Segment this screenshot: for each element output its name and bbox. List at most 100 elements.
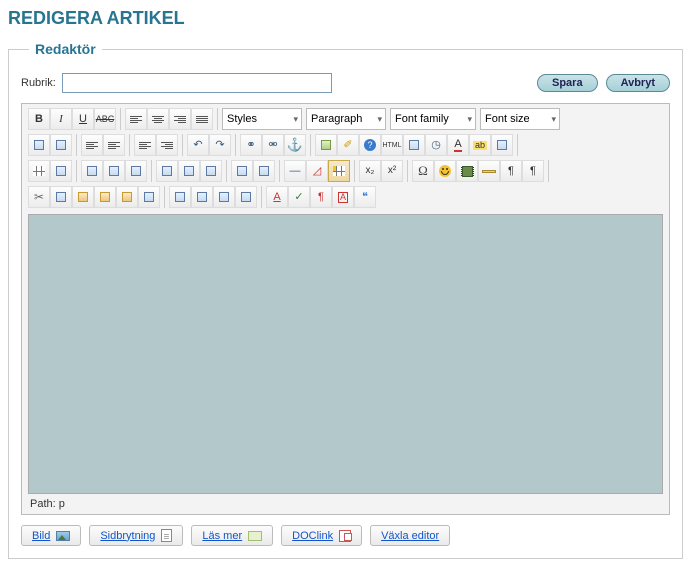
code-icon [409, 140, 419, 150]
italic-button[interactable]: I [50, 108, 72, 130]
table-props-button[interactable] [50, 160, 72, 182]
align-center-icon [152, 116, 164, 123]
align-center-button[interactable] [147, 108, 169, 130]
bold-button[interactable]: B [28, 108, 50, 130]
backcolor-button[interactable]: ab [469, 134, 491, 156]
fullscreen-icon [497, 140, 507, 150]
col-before-button[interactable] [156, 160, 178, 182]
layer-back-button[interactable] [213, 186, 235, 208]
unlink-button[interactable]: ⚮ [262, 134, 284, 156]
undo-button[interactable]: ↶ [187, 134, 209, 156]
styles-select[interactable]: Styles [222, 108, 302, 130]
subscript-button[interactable]: x₂ [359, 160, 381, 182]
table-button[interactable] [28, 160, 50, 182]
date-button[interactable]: ◷ [425, 134, 447, 156]
style-props-button[interactable]: A [266, 186, 288, 208]
bold-icon: B [35, 114, 43, 125]
select-all-button[interactable] [138, 186, 160, 208]
code-button[interactable] [403, 134, 425, 156]
top-row: Rubrik: Spara Avbryt [21, 73, 670, 93]
editor-toolbar: B I U ABC Styles Paragraph Font family F… [22, 104, 669, 214]
remove-format-button[interactable]: ◿ [306, 160, 328, 182]
layer-forward-button[interactable] [191, 186, 213, 208]
layer-button[interactable] [169, 186, 191, 208]
hr-button[interactable]: — [284, 160, 306, 182]
emoticon-button[interactable] [434, 160, 456, 182]
quote-icon: ❝ [362, 192, 368, 203]
toggle-editor-button[interactable]: Växla editor [370, 525, 450, 546]
paste-button[interactable] [72, 186, 94, 208]
blockquote-button[interactable]: ❝ [354, 186, 376, 208]
spellcheck-button[interactable]: ✓ [288, 186, 310, 208]
forecolor-button[interactable]: A [447, 134, 469, 156]
split-cell-icon [237, 166, 247, 176]
find-button[interactable] [28, 134, 50, 156]
visualchars-button[interactable]: ¶ [310, 186, 332, 208]
replace-icon [56, 140, 66, 150]
ordered-list-button[interactable] [103, 134, 125, 156]
rubrik-input[interactable] [62, 73, 332, 93]
copy-button[interactable] [50, 186, 72, 208]
split-cell-button[interactable] [231, 160, 253, 182]
rtl-button[interactable]: ¶ [522, 160, 544, 182]
paste-text-button[interactable] [94, 186, 116, 208]
fullscreen-button[interactable] [491, 134, 513, 156]
redo-button[interactable]: ↷ [209, 134, 231, 156]
superscript-button[interactable]: x² [381, 160, 403, 182]
anchor-button[interactable]: ⚓ [284, 134, 306, 156]
align-left-button[interactable] [125, 108, 147, 130]
paste-word-button[interactable] [116, 186, 138, 208]
pagebreak-button[interactable]: Sidbrytning [89, 525, 183, 546]
toggle-editor-label: Växla editor [381, 530, 439, 542]
image-insert-button[interactable]: Bild [21, 525, 81, 546]
col-after-button[interactable] [178, 160, 200, 182]
help-button[interactable]: ? [359, 134, 381, 156]
replace-button[interactable] [50, 134, 72, 156]
align-right-button[interactable] [169, 108, 191, 130]
ltr-button[interactable]: ¶ [500, 160, 522, 182]
paragraph-select[interactable]: Paragraph [306, 108, 386, 130]
advhr-button[interactable] [478, 160, 500, 182]
scissors-icon: ✂ [34, 190, 44, 204]
strike-button[interactable]: ABC [94, 108, 116, 130]
media-button[interactable] [456, 160, 478, 182]
copy-icon [56, 192, 66, 202]
font-family-select-label: Font family [395, 113, 449, 125]
delete-row-button[interactable] [125, 160, 147, 182]
doclink-icon [339, 530, 351, 542]
doclink-button[interactable]: DOClink [281, 525, 362, 546]
html-button[interactable]: HTML [381, 134, 403, 156]
layer-abs-button[interactable] [235, 186, 257, 208]
visual-aid-button[interactable] [328, 160, 350, 182]
delete-col-button[interactable] [200, 160, 222, 182]
font-size-select[interactable]: Font size [480, 108, 560, 130]
layer-forward-icon [197, 192, 207, 202]
cleanup-button[interactable]: ✐ [337, 134, 359, 156]
title-field-wrap: Rubrik: [21, 73, 332, 93]
row-after-button[interactable] [103, 160, 125, 182]
abbr-button[interactable]: A [332, 186, 354, 208]
indent-button[interactable] [156, 134, 178, 156]
cut-button[interactable]: ✂ [28, 186, 50, 208]
delete-row-icon [131, 166, 141, 176]
save-button[interactable]: Spara [537, 74, 598, 92]
link-button[interactable]: ⚭ [240, 134, 262, 156]
align-justify-button[interactable] [191, 108, 213, 130]
underline-button[interactable]: U [72, 108, 94, 130]
align-justify-icon [196, 116, 208, 123]
image-button[interactable] [315, 134, 337, 156]
fieldset-legend: Redaktör [29, 41, 102, 57]
charmap-button[interactable]: Ω [412, 160, 434, 182]
font-family-select[interactable]: Font family [390, 108, 476, 130]
outdent-button[interactable] [134, 134, 156, 156]
readmore-button[interactable]: Läs mer [191, 525, 273, 546]
bottom-toolbar: Bild Sidbrytning Läs mer DOClink Växla e… [21, 525, 670, 546]
merge-cell-button[interactable] [253, 160, 275, 182]
cancel-button[interactable]: Avbryt [606, 74, 670, 92]
unordered-list-button[interactable] [81, 134, 103, 156]
row-before-button[interactable] [81, 160, 103, 182]
path-value[interactable]: p [59, 498, 65, 510]
rich-text-editor: B I U ABC Styles Paragraph Font family F… [21, 103, 670, 515]
editor-content-area[interactable] [28, 214, 663, 494]
anchor-icon: ⚓ [287, 137, 303, 153]
